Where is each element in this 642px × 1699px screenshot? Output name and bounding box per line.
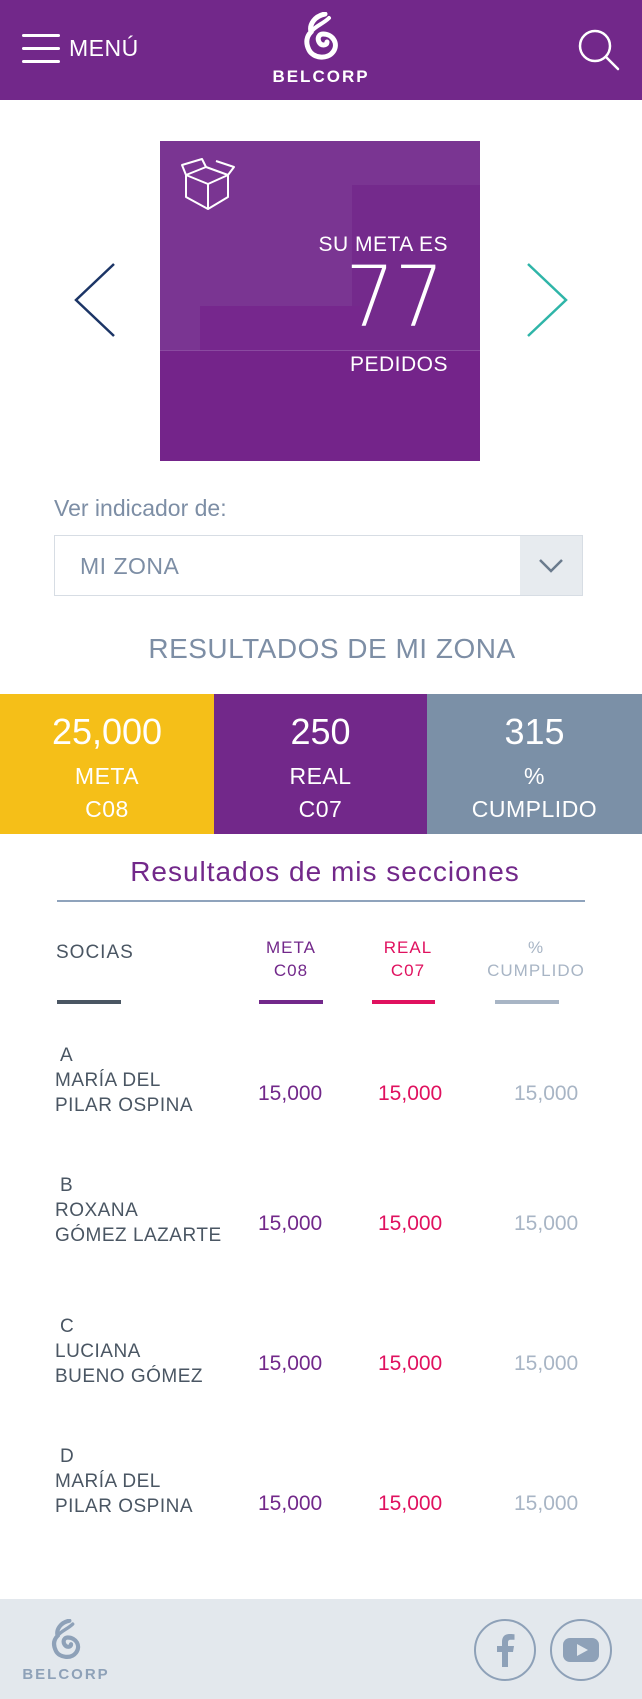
column-header-cumplido-line2: CUMPLIDO <box>487 961 585 980</box>
stat-real-value: 250 <box>290 711 351 752</box>
belcorp-logo-icon <box>304 11 338 60</box>
youtube-icon <box>563 1638 599 1662</box>
table-row[interactable]: D MARÍA DEL PILAR OSPINA 15,000 15,000 1… <box>0 1444 642 1534</box>
footer: BELCORP <box>0 1599 642 1699</box>
column-header-real[interactable]: REAL C07 <box>372 936 444 982</box>
table-row[interactable]: C LUCIANA BUENO GÓMEZ 15,000 15,000 15,0… <box>0 1314 642 1404</box>
indicator-label: Ver indicador de: <box>54 495 227 521</box>
facebook-icon <box>497 1634 515 1667</box>
carousel-prev-button[interactable] <box>70 260 120 340</box>
column-header-meta-line1: META <box>266 938 316 957</box>
row-section-letter: C <box>60 1316 75 1337</box>
zone-results-title: RESULTADOS DE MI ZONA <box>148 633 516 664</box>
row-socia-name: D MARÍA DEL PILAR OSPINA <box>55 1444 193 1519</box>
stat-cumplido-line1: % <box>524 763 545 789</box>
row-section-letter: B <box>60 1175 74 1196</box>
search-button[interactable] <box>577 28 621 72</box>
row-name-line2: BUENO GÓMEZ <box>55 1366 204 1387</box>
row-cumplido-value: 15,000 <box>514 1352 579 1375</box>
chevron-right-icon <box>527 263 568 337</box>
column-header-real-line1: REAL <box>383 938 433 957</box>
row-real-value: 15,000 <box>378 1492 443 1515</box>
indicator-select[interactable]: MI ZONA <box>54 535 583 596</box>
table-row[interactable]: A MARÍA DEL PILAR OSPINA 15,000 15,000 1… <box>0 1043 642 1133</box>
row-name-line1: MARÍA DEL <box>55 1070 161 1091</box>
column-header-meta-line2: C08 <box>273 961 309 980</box>
row-cumplido-value: 15,000 <box>514 1212 579 1235</box>
row-real-value: 15,000 <box>378 1352 443 1375</box>
row-name-line2: GÓMEZ LAZARTE <box>55 1225 222 1246</box>
brand-logo[interactable]: BELCORP <box>271 11 371 87</box>
top-nav-bar: MENÚ BELCORP <box>0 0 642 100</box>
column-underline-real <box>372 1000 435 1004</box>
facebook-button[interactable] <box>474 1619 536 1681</box>
row-name-line2: PILAR OSPINA <box>55 1095 193 1116</box>
goal-value: 77 <box>345 248 444 346</box>
row-cumplido-value: 15,000 <box>514 1082 579 1105</box>
row-name-line2: PILAR OSPINA <box>55 1496 193 1517</box>
menu-label: MENÚ <box>69 34 139 61</box>
column-underline-socias <box>57 1000 121 1004</box>
select-caret[interactable] <box>520 536 582 595</box>
brand-name: BELCORP <box>272 67 370 86</box>
row-cumplido-value: 15,000 <box>514 1492 579 1515</box>
chevron-left-icon <box>74 263 115 337</box>
goal-unit: PEDIDOS <box>349 353 448 376</box>
column-header-socias[interactable]: SOCIAS <box>56 941 134 964</box>
footer-brand-name: BELCORP <box>22 1666 110 1683</box>
row-name-line1: MARÍA DEL <box>55 1471 161 1492</box>
row-socia-name: C LUCIANA BUENO GÓMEZ <box>55 1314 203 1389</box>
row-meta-value: 15,000 <box>258 1082 323 1105</box>
menu-button[interactable]: MENÚ <box>22 30 139 66</box>
stat-real: 250 REAL C07 <box>214 694 427 834</box>
row-name-line1: ROXANA <box>55 1200 139 1221</box>
column-header-cumplido-line1: % <box>527 938 545 957</box>
youtube-button[interactable] <box>550 1619 612 1681</box>
row-real-value: 15,000 <box>378 1212 443 1235</box>
row-section-letter: A <box>60 1045 74 1066</box>
stat-real-line2: C07 <box>298 796 343 822</box>
stat-meta-line1: META <box>74 763 140 789</box>
column-underline-meta <box>259 1000 323 1004</box>
column-header-real-line2: C07 <box>390 961 426 980</box>
hamburger-icon <box>22 31 60 65</box>
goal-card: SU META ES 77 PEDIDOS <box>160 141 480 461</box>
stat-meta: 25,000 META C08 <box>0 694 214 834</box>
stat-real-line1: REAL <box>289 763 352 789</box>
row-section-letter: D <box>60 1446 75 1467</box>
chevron-down-icon <box>539 558 563 573</box>
stat-meta-value: 25,000 <box>51 711 163 752</box>
box-icon <box>180 157 236 213</box>
carousel-next-button[interactable] <box>522 260 572 340</box>
column-header-socias-label: SOCIAS <box>56 942 134 963</box>
divider <box>57 900 585 902</box>
footer-brand-logo[interactable]: BELCORP <box>22 1618 110 1683</box>
column-underline-cumplido <box>495 1000 559 1004</box>
row-meta-value: 15,000 <box>258 1492 323 1515</box>
search-icon <box>578 29 620 71</box>
stat-cumplido-line2: CUMPLIDO <box>471 796 598 822</box>
sections-title: Resultados de mis secciones <box>130 856 520 887</box>
row-real-value: 15,000 <box>378 1082 443 1105</box>
row-socia-name: B ROXANA GÓMEZ LAZARTE <box>55 1173 222 1248</box>
belcorp-logo-icon <box>51 1618 81 1659</box>
stat-meta-line2: C08 <box>85 796 129 822</box>
zone-stats: 25,000 META C08 250 REAL C07 315 % CUMPL… <box>0 694 642 834</box>
table-row[interactable]: B ROXANA GÓMEZ LAZARTE 15,000 15,000 15,… <box>0 1173 642 1263</box>
stat-cumplido-value: 315 <box>504 711 565 752</box>
row-meta-value: 15,000 <box>258 1212 323 1235</box>
row-name-line1: LUCIANA <box>55 1341 141 1362</box>
column-header-cumplido[interactable]: % CUMPLIDO <box>474 936 598 982</box>
column-header-meta[interactable]: META C08 <box>255 936 327 982</box>
row-socia-name: A MARÍA DEL PILAR OSPINA <box>55 1043 193 1118</box>
row-meta-value: 15,000 <box>258 1352 323 1375</box>
indicator-select-value: MI ZONA <box>80 553 180 579</box>
stat-cumplido: 315 % CUMPLIDO <box>427 694 642 834</box>
